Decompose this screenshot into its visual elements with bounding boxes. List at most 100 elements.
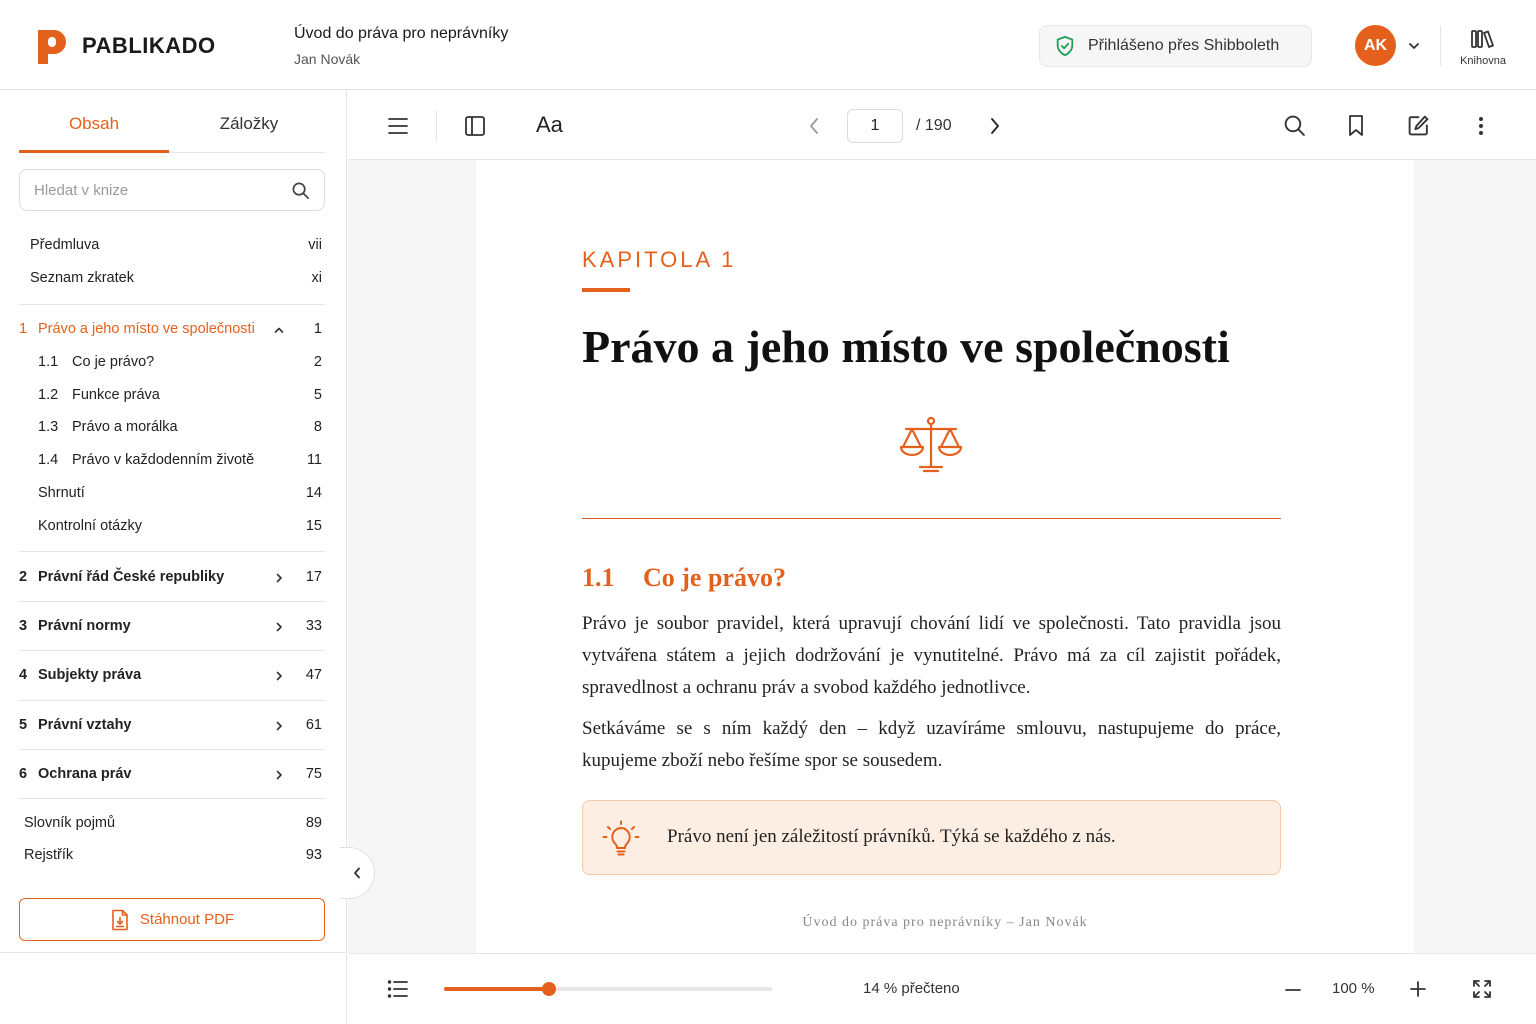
library-button[interactable]: Knihovna [1452,28,1514,67]
toc-subitem-label: Funkce práva [72,387,160,403]
shield-check-icon [1056,35,1074,57]
toc-chapter-page: 1 [313,321,322,337]
toc-subitem-label: Právo a morálka [72,419,178,435]
book-title: Úvod do práva pro neprávníky [294,25,509,42]
brand-name: PABLIKADO [82,33,216,58]
auth-status-text: Přihlášeno přes Shibboleth [1088,37,1280,54]
page-total: / 190 [916,117,952,134]
toc-subitem-label: Kontrolní otázky [38,518,142,534]
page-number-input[interactable] [847,109,903,143]
search-icon[interactable] [291,181,310,200]
download-pdf-label: Stáhnout PDF [139,911,235,928]
toc-chapter-2[interactable]: 2 Právní řád České republiky 17 [19,562,325,592]
body-paragraph: Právo je soubor pravidel, která upravují… [582,613,1281,698]
chevron-left-icon [354,867,360,879]
page-divider-rule [582,518,1281,519]
toc-chapter-1[interactable]: 1 Právo a jeho místo ve společnosti 1 [19,314,325,344]
bookmark-icon[interactable] [1346,114,1366,137]
note-edit-icon[interactable] [1407,114,1430,137]
toc-item-predmluva[interactable]: Předmluva vii [19,230,325,260]
pablikado-logo[interactable] [34,26,70,66]
reading-progress-handle[interactable] [541,982,556,996]
reading-progress-fill [444,987,549,991]
toc-subitem-1-1[interactable]: 1.1 Co je právo? 2 [19,347,325,377]
header-divider [1440,26,1441,66]
toc-item-page: 89 [305,815,322,831]
book-search [19,169,325,211]
toc-chapter-5[interactable]: 5 Právní vztahy 61 [19,710,325,740]
active-tab-indicator [19,150,169,153]
chevron-right-icon[interactable] [273,621,285,633]
book-author: Jan Novák [294,51,361,67]
toc-subitem-shrnuti[interactable]: Shrnutí 14 [19,478,325,508]
toc-sidebar: Obsah Záložky Předmluva vii Seznam zkrat… [0,90,347,1024]
zoom-level: 100 % [1332,980,1375,997]
next-page-icon[interactable] [988,116,1002,136]
toc-subitem-number: 1.2 [38,387,59,403]
toc-item-label: Slovník pojmů [24,815,116,831]
zoom-out-icon[interactable] [1285,988,1301,992]
toc-chapter-6[interactable]: 6 Ochrana práv 75 [19,759,325,789]
download-pdf-button[interactable]: Stáhnout PDF [19,898,325,941]
toc-chapter-4[interactable]: 4 Subjekty práva 47 [19,660,325,690]
pdf-file-icon [112,909,128,930]
chevron-right-icon[interactable] [273,572,285,584]
toc-subitem-1-3[interactable]: 1.3 Právo a morálka 8 [19,412,325,442]
toc-subitem-number: 1.1 [38,354,59,370]
chevron-down-icon[interactable] [1406,38,1422,54]
app-header: PABLIKADO Úvod do práva pro neprávníky J… [0,0,1536,90]
toc-subitem-page: 14 [305,485,322,501]
page-running-footer: Úvod do práva pro neprávníky – Jan Novák [802,915,1088,930]
toc-chapter-page: 75 [305,766,322,782]
section-number: 1.1 [582,563,615,592]
toc-subitem-number: 1.3 [38,419,59,435]
chapter-title: Právo a jeho místo ve společnosti [582,321,1230,372]
chapter-accent-rule [582,288,630,292]
reading-progress-bar[interactable] [444,982,772,996]
toc-subitem-kontrolni-otazky[interactable]: Kontrolní otázky 15 [19,511,325,541]
toc-chapter-3[interactable]: 3 Právní normy 33 [19,611,325,641]
toc-item-rejstrik[interactable]: Rejstřík 93 [19,840,325,870]
list-icon[interactable] [387,979,409,999]
library-label: Knihovna [1460,55,1506,67]
toc-chapter-number: 4 [19,667,28,683]
toc-chapter-label: Ochrana práv [38,766,132,782]
font-settings-button[interactable]: Aa [536,112,563,138]
toc-item-seznam-zkratek[interactable]: Seznam zkratek xi [19,263,325,293]
zoom-in-icon[interactable] [1410,981,1426,997]
chevron-right-icon[interactable] [273,769,285,781]
chevron-up-icon[interactable] [273,324,285,336]
toc-subitem-1-4[interactable]: 1.4 Právo v každodenním životě 11 [19,445,325,475]
auth-status-badge: Přihlášeno přes Shibboleth [1039,25,1312,67]
tip-callout: Právo není jen záležitostí právníků. Týk… [582,800,1281,875]
more-options-icon[interactable] [1477,115,1485,137]
toc-divider [19,650,325,651]
toc-item-label: Seznam zkratek [30,270,134,286]
toc-divider [19,551,325,552]
previous-page-icon[interactable] [807,116,821,136]
toc-subitem-number: 1.4 [38,452,59,468]
toc-chapter-page: 47 [305,667,322,683]
chevron-right-icon[interactable] [273,720,285,732]
user-avatar[interactable]: AK [1355,25,1396,66]
chevron-right-icon[interactable] [273,670,285,682]
menu-icon[interactable] [387,116,409,136]
fullscreen-icon[interactable] [1472,979,1492,999]
toc-item-slovnik-pojmu[interactable]: Slovník pojmů 89 [19,808,325,838]
toc-divider [19,749,325,750]
toolbar-divider [436,110,437,142]
search-icon[interactable] [1283,114,1306,137]
book-search-input[interactable] [20,170,280,210]
reader-toolbar: Aa / 190 [348,90,1536,160]
lightbulb-icon [602,820,640,856]
layout-panel-icon[interactable] [464,115,486,137]
tab-bookmarks[interactable]: Záložky [174,114,324,134]
tab-contents[interactable]: Obsah [19,114,169,134]
toc-subitem-1-2[interactable]: 1.2 Funkce práva 5 [19,380,325,410]
toc-chapter-number: 3 [19,618,28,634]
toc-divider [19,601,325,602]
toc-chapter-number: 5 [19,717,28,733]
section-heading: 1.1 Co je právo? [582,563,786,593]
toc-item-page: 93 [305,847,322,863]
sidebar-tabs: Obsah Záložky [19,90,325,153]
